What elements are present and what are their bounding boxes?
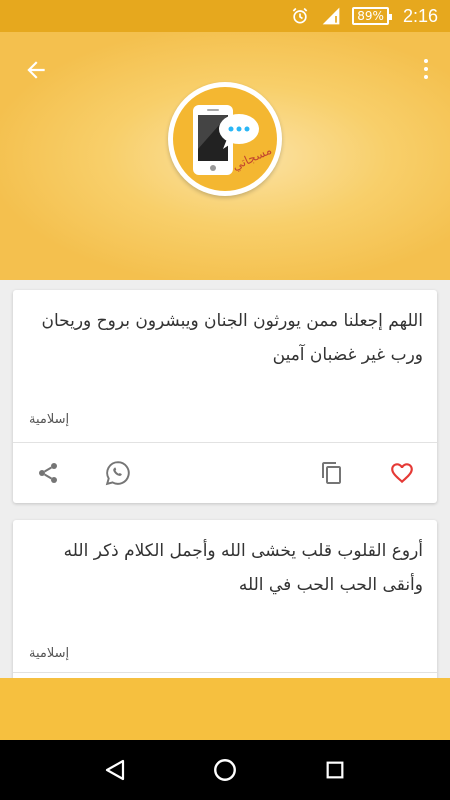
copy-button[interactable] — [315, 456, 349, 490]
copy-icon — [322, 462, 341, 484]
nav-back-button[interactable] — [95, 750, 135, 790]
bottom-banner — [0, 678, 450, 740]
app-logo: مسجاتي — [168, 82, 282, 196]
favorite-button[interactable] — [385, 456, 419, 490]
status-bar: 89% 2:16 — [0, 0, 450, 32]
message-text: أروع القلوب قلب يخشى الله وأجمل الكلام ذ… — [63, 541, 423, 595]
nav-recents-icon — [326, 761, 344, 779]
battery-level: 89% — [357, 9, 384, 23]
signal-icon — [320, 6, 342, 26]
phone-chat-logo: مسجاتي — [173, 87, 277, 191]
battery-indicator: 89% — [352, 7, 392, 25]
card-divider — [13, 672, 437, 673]
app-header: مسجاتي — [0, 32, 450, 280]
back-button[interactable] — [18, 52, 54, 88]
whatsapp-icon — [105, 461, 130, 486]
message-card: اللهم إجعلنا ممن يورثون الجنان ويبشرون ب… — [13, 290, 437, 503]
nav-recents-button[interactable] — [315, 750, 355, 790]
share-button[interactable] — [31, 456, 65, 490]
more-options-button[interactable] — [416, 54, 436, 84]
nav-home-button[interactable] — [205, 750, 245, 790]
message-card: أروع القلوب قلب يخشى الله وأجمل الكلام ذ… — [13, 520, 437, 678]
messages-list[interactable]: اللهم إجعلنا ممن يورثون الجنان ويبشرون ب… — [0, 280, 450, 678]
category-label: إسلامية — [29, 646, 70, 661]
clock: 2:16 — [402, 5, 438, 26]
category-label: إسلامية — [29, 412, 70, 427]
nav-home-icon — [214, 759, 236, 781]
nav-back-icon — [105, 759, 125, 781]
more-vert-icon — [424, 59, 428, 63]
share-icon — [39, 463, 57, 483]
system-nav-bar — [0, 740, 450, 800]
message-text: اللهم إجعلنا ممن يورثون الجنان ويبشرون ب… — [41, 311, 423, 365]
whatsapp-button[interactable] — [101, 456, 135, 490]
arrow-left-icon — [27, 61, 45, 79]
heart-icon — [391, 463, 413, 484]
alarm-icon — [290, 6, 310, 26]
card-divider — [13, 442, 437, 443]
